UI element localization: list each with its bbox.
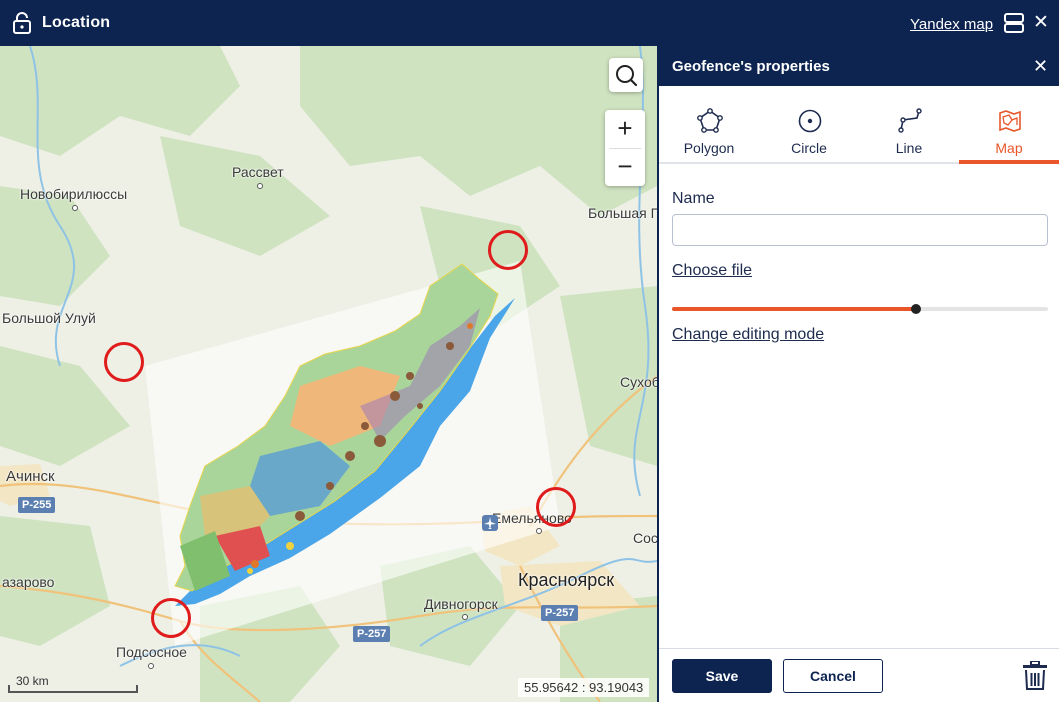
road-sign-r255: Р-255 bbox=[18, 497, 56, 513]
place-label-sukhob: Сухоб bbox=[620, 374, 657, 390]
geofence-vertex-marker[interactable] bbox=[104, 342, 144, 382]
opacity-slider[interactable] bbox=[672, 302, 1048, 316]
zoom-control: + − bbox=[605, 110, 645, 186]
tab-polygon[interactable]: Polygon bbox=[659, 106, 759, 164]
name-input[interactable] bbox=[672, 214, 1048, 246]
place-label-divnogorsk: Дивногорск bbox=[424, 596, 498, 612]
scale-label: 30 km bbox=[16, 674, 49, 688]
circle-icon bbox=[798, 109, 822, 133]
place-label-novobirilyussy: Новобирилюссы bbox=[20, 186, 128, 202]
lock-icon[interactable] bbox=[12, 12, 32, 34]
layout-icon[interactable] bbox=[1003, 12, 1025, 34]
place-label-nazarovo: азарово bbox=[2, 574, 55, 590]
place-label-bolshaya: Большая Г bbox=[588, 205, 657, 221]
tab-circle[interactable]: Circle bbox=[759, 106, 859, 164]
name-label: Name bbox=[672, 190, 715, 207]
map-scale: 30 km bbox=[8, 671, 138, 693]
window-header: Location Yandex map ✕ bbox=[0, 0, 1059, 46]
zoom-out-button[interactable]: − bbox=[605, 148, 645, 186]
geofence-vertex-marker[interactable] bbox=[488, 230, 528, 270]
cursor-coordinates: 55.95642 : 93.19043 bbox=[518, 678, 650, 697]
window-title: Location bbox=[42, 14, 111, 31]
tab-line[interactable]: Line bbox=[859, 106, 959, 164]
panel-header: Geofence's properties ✕ bbox=[659, 46, 1059, 86]
place-label-podsosnoe: Подсосное bbox=[116, 644, 187, 660]
place-label-krasnoyarsk: Красноярск bbox=[518, 570, 615, 590]
airport-icon bbox=[482, 515, 498, 531]
place-label-rassvet: Рассвет bbox=[232, 164, 284, 180]
zoom-in-button[interactable]: + bbox=[605, 110, 645, 148]
close-icon[interactable]: ✕ bbox=[1033, 13, 1049, 33]
tab-label: Polygon bbox=[683, 140, 735, 156]
tab-map[interactable]: Map bbox=[959, 106, 1059, 164]
map-view[interactable]: Рассвет Новобирилюссы Большая Г Большой … bbox=[0, 46, 657, 702]
cancel-button[interactable]: Cancel bbox=[783, 659, 883, 693]
place-label-bolshoy-uluy: Большой Улуй bbox=[2, 310, 96, 326]
place-dot bbox=[148, 663, 154, 669]
slider-handle[interactable] bbox=[911, 304, 921, 314]
line-icon bbox=[898, 108, 922, 133]
place-dot bbox=[462, 614, 468, 620]
tab-label: Map bbox=[995, 140, 1023, 156]
save-button[interactable]: Save bbox=[672, 659, 772, 693]
place-label-achinsk: Ачинск bbox=[6, 468, 55, 485]
place-dot bbox=[257, 183, 263, 189]
map-provider-link[interactable]: Yandex map bbox=[910, 16, 993, 33]
place-dot bbox=[72, 205, 78, 211]
slider-fill bbox=[672, 307, 916, 311]
map-icon bbox=[999, 110, 1021, 132]
place-dot bbox=[536, 528, 542, 534]
polygon-icon bbox=[697, 108, 723, 133]
tab-label: Circle bbox=[791, 140, 827, 156]
choose-file-link[interactable]: Choose file bbox=[672, 262, 752, 280]
place-label-sos: Сос bbox=[633, 530, 657, 546]
panel-footer: Save Cancel bbox=[659, 648, 1059, 702]
panel-close-icon[interactable]: ✕ bbox=[1033, 56, 1048, 77]
change-editing-mode-link[interactable]: Change editing mode bbox=[672, 326, 824, 344]
geofence-properties-panel: Geofence's properties ✕ Polygon Circle L… bbox=[657, 46, 1059, 702]
geofence-type-tabs: Polygon Circle Line Map bbox=[659, 106, 1059, 164]
trash-icon[interactable] bbox=[1022, 661, 1048, 691]
search-icon bbox=[616, 65, 638, 87]
geofence-vertex-marker[interactable] bbox=[536, 487, 576, 527]
basemap bbox=[0, 46, 657, 702]
map-search-button[interactable] bbox=[609, 58, 643, 92]
road-sign-r257: Р-257 bbox=[541, 605, 579, 621]
road-sign-r257: Р-257 bbox=[353, 626, 391, 642]
tab-label: Line bbox=[895, 140, 923, 156]
panel-title: Geofence's properties bbox=[672, 58, 830, 75]
geofence-vertex-marker[interactable] bbox=[151, 598, 191, 638]
